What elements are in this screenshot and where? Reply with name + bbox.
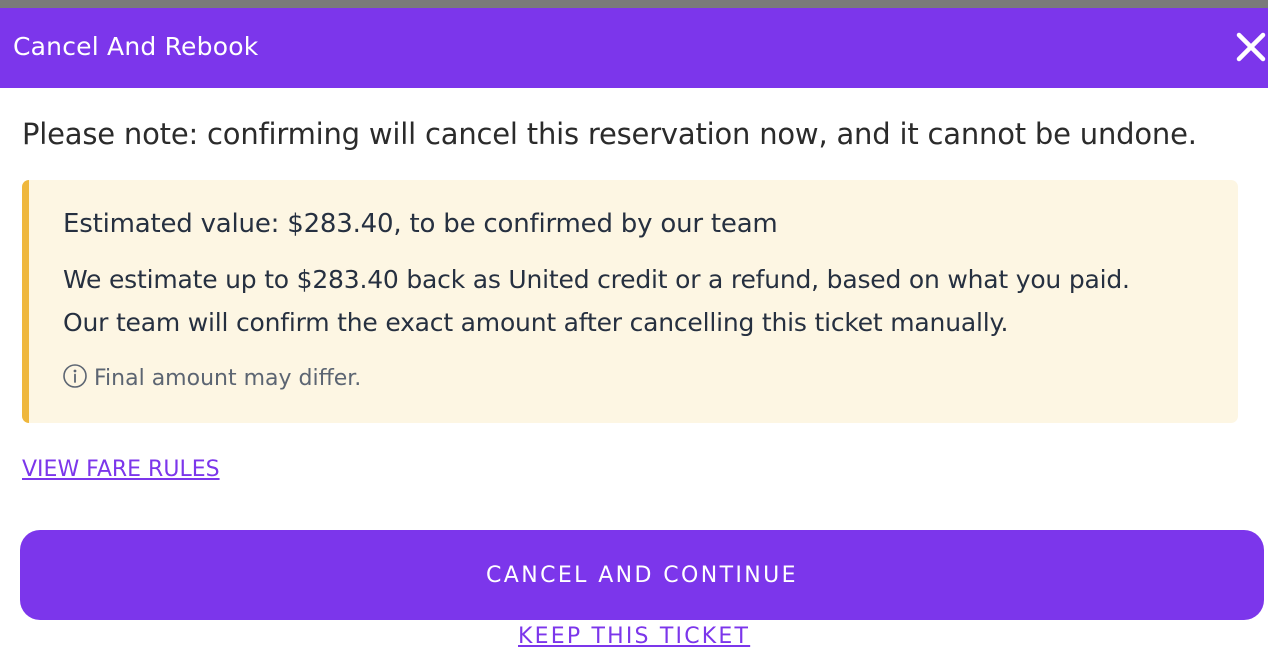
estimate-description-line-1: We estimate up to $283.40 back as United…	[63, 265, 1130, 294]
close-button[interactable]	[1232, 28, 1268, 66]
cancellation-notice: Please note: confirming will cancel this…	[22, 117, 1197, 151]
dialog-title: Cancel And Rebook	[13, 32, 259, 61]
estimate-box: Estimated value: $283.40, to be confirme…	[22, 180, 1238, 423]
close-icon	[1236, 32, 1266, 62]
top-strip	[0, 0, 1268, 8]
estimate-title: Estimated value: $283.40, to be confirme…	[63, 209, 778, 239]
dialog-header: Cancel And Rebook	[0, 8, 1268, 88]
estimate-description-line-2: Our team will confirm the exact amount a…	[63, 308, 1009, 337]
view-fare-rules-link[interactable]: VIEW FARE RULES	[22, 455, 220, 485]
cancel-and-continue-label: CANCEL AND CONTINUE	[486, 562, 798, 588]
info-icon	[63, 364, 87, 388]
estimate-hint-text: Final amount may differ.	[94, 366, 362, 391]
keep-this-ticket-link[interactable]: KEEP THIS TICKET	[518, 624, 768, 654]
estimate-hint: Final amount may differ.	[62, 363, 361, 395]
cancel-and-continue-button[interactable]: CANCEL AND CONTINUE	[20, 530, 1264, 620]
